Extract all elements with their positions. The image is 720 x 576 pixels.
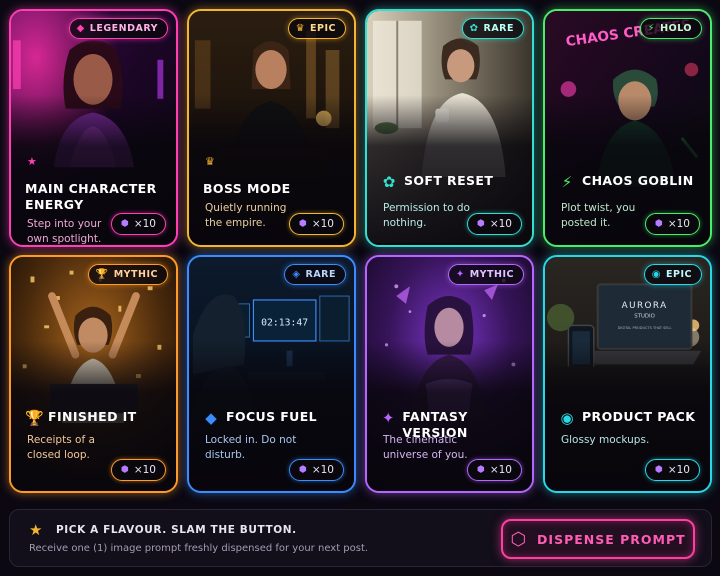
rarity-label: EPIC xyxy=(310,23,336,34)
rarity-label: EPIC xyxy=(666,269,692,280)
trophy-icon: 🏆 xyxy=(25,409,44,427)
rarity-label: MYTHIC xyxy=(113,269,158,280)
gem-icon: ⬢ xyxy=(120,465,129,475)
cost-badge: ⬢ ×10 xyxy=(644,459,700,481)
card-description: Receipts of a closed loop. xyxy=(27,434,95,461)
circle-target-icon: ◉ xyxy=(560,409,574,427)
mockup-studio: STUDIO xyxy=(634,314,655,320)
cost-badge: ⬢ ×10 xyxy=(288,459,344,481)
card-title: SOFT RESET xyxy=(404,173,494,188)
crown-icon: ♛ xyxy=(295,22,306,34)
cost-value: ×10 xyxy=(667,218,690,230)
cost-badge: ⬢ ×10 xyxy=(644,213,700,235)
card-product-pack[interactable]: AURORA STUDIO DIGITAL PRODUCTS THAT SELL… xyxy=(543,255,712,493)
cost-value: ×10 xyxy=(489,464,512,476)
card-description: The cinematic universe of you. xyxy=(383,434,468,461)
rarity-label: RARE xyxy=(483,23,514,34)
cost-value: ×10 xyxy=(311,218,334,230)
prompt-card-grid: ◆ LEGENDARY ★ MAIN CHARACTER ENERGY Step… xyxy=(9,9,712,493)
cost-badge: ⬢ ×10 xyxy=(288,213,344,235)
card-title: BOSS MODE xyxy=(203,181,291,196)
card-title: FINISHED IT xyxy=(48,409,137,424)
circle-target-icon: ◉ xyxy=(651,268,662,280)
card-title-row: ◉ PRODUCT PACK xyxy=(559,409,702,427)
cost-value: ×10 xyxy=(489,218,512,230)
rarity-badge: ◉ EPIC xyxy=(643,264,702,285)
diamond-icon: ◆ xyxy=(76,22,85,34)
card-description: Permission to do nothing. xyxy=(383,202,470,229)
hex-gem-icon: ◈ xyxy=(292,268,301,280)
card-description: Quietly running the empire. xyxy=(205,202,287,229)
dispense-bar: ★ PICK A FLAVOUR. SLAM THE BUTTON. Recei… xyxy=(9,509,712,567)
gem-icon: ⬢ xyxy=(298,219,307,229)
cost-badge: ⬢ ×10 xyxy=(466,213,522,235)
cost-badge: ⬢ ×10 xyxy=(466,459,522,481)
flower-icon: ✿ xyxy=(469,22,479,34)
card-finished-it[interactable]: 🏆 MYTHIC 🏆 FINISHED IT Receipts of a clo… xyxy=(9,255,178,493)
rarity-label: RARE xyxy=(305,269,336,280)
rarity-label: HOLO xyxy=(660,23,692,34)
card-description: Glossy mockups. xyxy=(561,434,650,446)
card-focus-fuel[interactable]: 02:13:47 ◈ RARE ◆ FOCUS FUEL Locked in. … xyxy=(187,255,356,493)
rarity-label: MYTHIC xyxy=(469,269,514,280)
diamond-icon: ◆ xyxy=(205,409,217,427)
rarity-badge: ♛ EPIC xyxy=(287,18,346,39)
star-icon: ★ xyxy=(29,521,43,539)
rarity-badge: 🏆 MYTHIC xyxy=(87,264,168,285)
cost-value: ×10 xyxy=(133,218,156,230)
trophy-icon: 🏆 xyxy=(95,268,109,280)
gem-icon: ⬢ xyxy=(476,465,485,475)
lightning-icon: ⚡ xyxy=(561,173,573,191)
card-description: Plot twist, you posted it. xyxy=(561,202,636,229)
rarity-badge: ◆ LEGENDARY xyxy=(68,18,168,39)
cube-icon: ⬡ xyxy=(510,528,528,550)
rarity-badge: ◈ RARE xyxy=(284,264,346,285)
rarity-badge: ⚡ HOLO xyxy=(639,18,702,39)
cost-value: ×10 xyxy=(311,464,334,476)
mockup-brand: AURORA xyxy=(622,301,668,311)
flower-icon: ✿ xyxy=(382,173,396,191)
monitor-clock: 02:13:47 xyxy=(261,317,308,328)
card-soft-reset[interactable]: ✿ RARE ✿ SOFT RESET Permission to do not… xyxy=(365,9,534,247)
gem-icon: ⬢ xyxy=(654,219,663,229)
card-title-row: ⚡ CHAOS GOBLIN xyxy=(559,173,702,191)
lightning-icon: ⚡ xyxy=(647,22,656,34)
dispense-button-label: DISPENSE PROMPT xyxy=(537,531,686,547)
card-title-row: ◆ FOCUS FUEL xyxy=(203,409,346,427)
card-description: Locked in. Do not disturb. xyxy=(205,434,297,461)
cost-value: ×10 xyxy=(133,464,156,476)
sparkle-icon: ✦ xyxy=(455,268,465,280)
rarity-badge: ✿ RARE xyxy=(461,18,524,39)
card-description: Step into your own spotlight. xyxy=(27,218,102,245)
instructions-subtitle: Receive one (1) image prompt freshly dis… xyxy=(29,543,369,554)
crown-icon: ♛ xyxy=(205,155,215,168)
card-title-row: ✿ SOFT RESET xyxy=(381,173,524,191)
gem-icon: ⬢ xyxy=(654,465,663,475)
cost-badge: ⬢ ×10 xyxy=(110,213,166,235)
card-boss-mode[interactable]: ♛ EPIC ♛ BOSS MODE Quietly running the e… xyxy=(187,9,356,247)
instructions-title: PICK A FLAVOUR. SLAM THE BUTTON. xyxy=(56,524,297,536)
card-title: MAIN CHARACTER ENERGY xyxy=(25,181,157,212)
sparkle-icon: ✦ xyxy=(381,409,395,427)
card-fantasy-version[interactable]: ✦ MYTHIC ✦ FANTASY VERSION The cinematic… xyxy=(365,255,534,493)
gem-icon: ⬢ xyxy=(298,465,307,475)
cost-value: ×10 xyxy=(667,464,690,476)
card-chaos-goblin[interactable]: CHAOS CREATES ⚡ HOLO ⚡ CHAOS GOBLIN Plot… xyxy=(543,9,712,247)
star-icon: ★ xyxy=(27,155,37,168)
card-title: PRODUCT PACK xyxy=(582,409,696,424)
card-title-row: BOSS MODE xyxy=(203,181,346,197)
rarity-badge: ✦ MYTHIC xyxy=(447,264,524,285)
card-title-row: 🏆 FINISHED IT xyxy=(25,409,168,427)
mockup-tagline: DIGITAL PRODUCTS THAT SELL xyxy=(618,326,672,330)
card-main-character-energy[interactable]: ◆ LEGENDARY ★ MAIN CHARACTER ENERGY Step… xyxy=(9,9,178,247)
gem-icon: ⬢ xyxy=(476,219,485,229)
rarity-label: LEGENDARY xyxy=(89,23,158,34)
cost-badge: ⬢ ×10 xyxy=(110,459,166,481)
card-title-row: MAIN CHARACTER ENERGY xyxy=(25,181,168,213)
dispense-prompt-button[interactable]: ⬡ DISPENSE PROMPT xyxy=(501,519,695,559)
gem-icon: ⬢ xyxy=(120,219,129,229)
card-title: CHAOS GOBLIN xyxy=(582,173,694,188)
card-title: FOCUS FUEL xyxy=(226,409,318,424)
